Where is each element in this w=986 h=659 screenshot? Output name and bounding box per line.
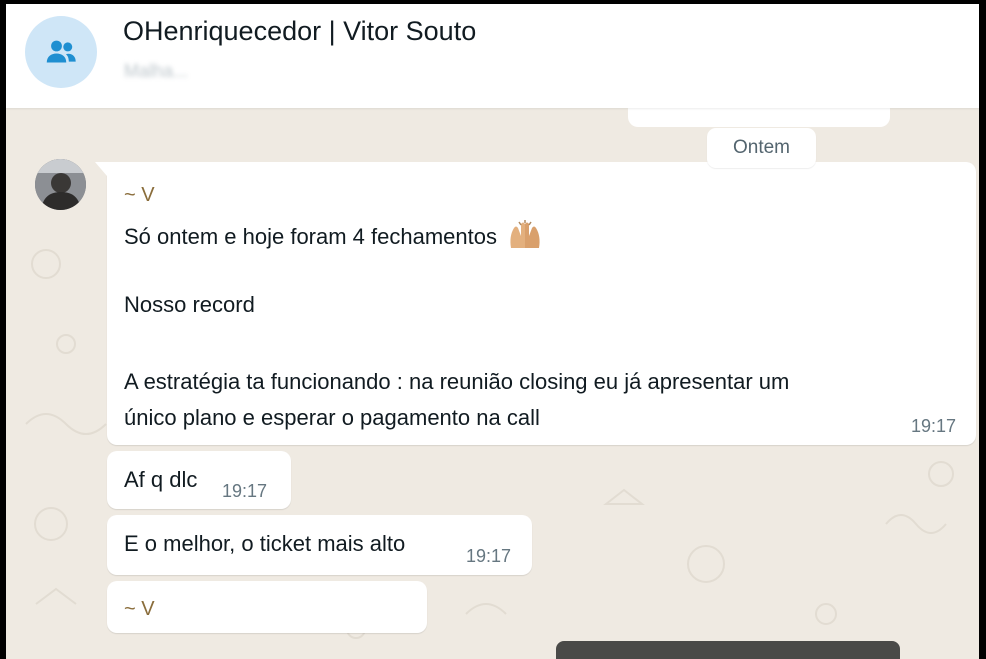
message-line: A estratégia ta funcionando : na reunião… [124, 369, 790, 394]
chat-header[interactable]: OHenriquecedor | Vitor Souto Malha... [6, 4, 979, 108]
message-paragraph: A estratégia ta funcionando : na reunião… [124, 364, 789, 436]
chat-members-list: Malha... [124, 61, 189, 81]
message-bubble[interactable]: ~ V Só ontem e hoje foram 4 fechamentos … [95, 162, 976, 445]
message-text: Af q dlc [124, 467, 198, 492]
date-separator: Ontem [707, 128, 816, 168]
message-line: Nosso record [124, 292, 255, 317]
chat-title[interactable]: OHenriquecedor | Vitor Souto [123, 16, 476, 47]
raising-hands-emoji [510, 220, 540, 248]
group-avatar[interactable] [25, 16, 97, 88]
message-timestamp: 19:17 [222, 481, 268, 501]
message-timestamp: 19:17 [910, 416, 956, 436]
message-line: Só ontem e hoje foram 4 fechamentos [124, 224, 497, 249]
message-bubble[interactable]: Af q dlc 19:17 [107, 451, 291, 509]
message-text: E o melhor, o ticket mais alto [124, 531, 406, 556]
group-icon [46, 40, 76, 63]
message-bubble[interactable]: E o melhor, o ticket mais alto 19:17 [107, 515, 532, 575]
profile-photo [35, 159, 86, 210]
message-text: Só ontem e hoje foram 4 fechamentos [124, 220, 543, 250]
sender-avatar[interactable] [35, 159, 86, 210]
sender-name[interactable]: ~ V [124, 598, 155, 621]
message-timestamp: 19:17 [466, 546, 512, 566]
bubble-tail [95, 162, 107, 176]
chat-screen: OHenriquecedor | Vitor Souto Malha... On… [6, 4, 979, 659]
message-bubble[interactable]: ~ V [107, 581, 427, 633]
sender-name[interactable]: ~ V [124, 184, 155, 207]
message-line: único plano e esperar o pagamento na cal… [124, 405, 540, 430]
media-message-preview[interactable] [556, 641, 900, 659]
